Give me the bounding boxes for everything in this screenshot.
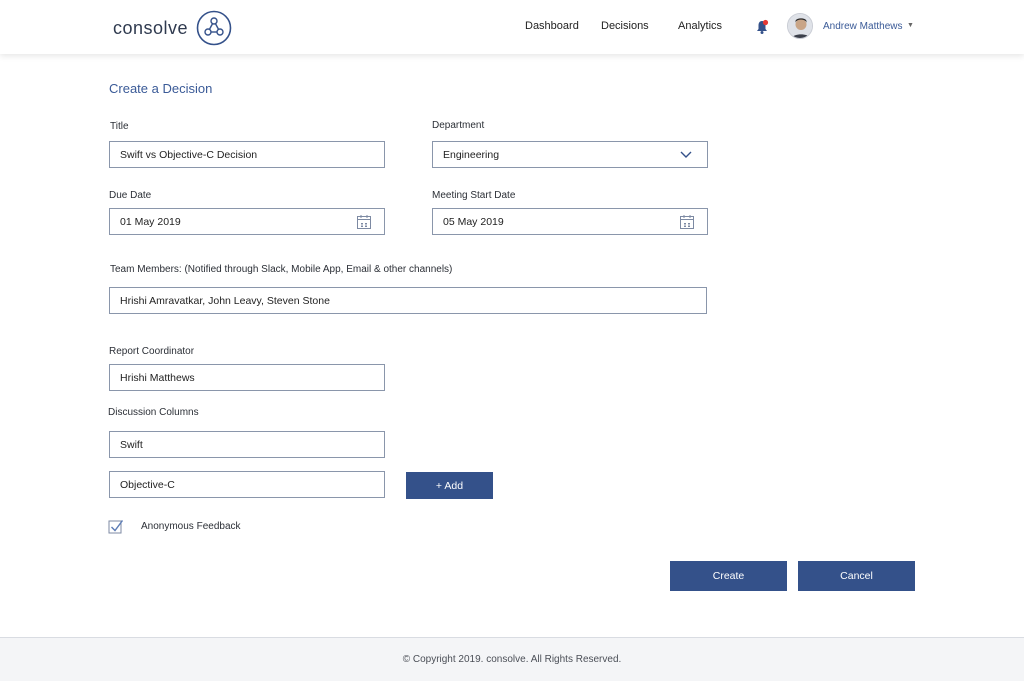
- notification-bell-icon[interactable]: [755, 19, 769, 35]
- create-button[interactable]: Create: [670, 561, 787, 591]
- report-coordinator-input[interactable]: Hrishi Matthews: [109, 364, 385, 391]
- logo-mark-icon: [196, 10, 232, 46]
- calendar-icon[interactable]: [679, 214, 695, 230]
- user-name[interactable]: Andrew Matthews: [823, 21, 902, 32]
- anonymous-feedback-checkbox[interactable]: [108, 518, 124, 534]
- due-date-value: 01 May 2019: [120, 215, 181, 228]
- anonymous-feedback-label[interactable]: Anonymous Feedback: [141, 521, 241, 532]
- title-value: Swift vs Objective-C Decision: [120, 148, 258, 161]
- cancel-button[interactable]: Cancel: [798, 561, 915, 591]
- title-input[interactable]: Swift vs Objective-C Decision: [109, 141, 385, 168]
- nav-decisions[interactable]: Decisions: [601, 20, 649, 32]
- logo[interactable]: consolve: [113, 10, 232, 46]
- team-members-value: Hrishi Amravatkar, John Leavy, Steven St…: [120, 294, 330, 307]
- avatar-portrait-icon: [788, 14, 812, 38]
- nav-dashboard[interactable]: Dashboard: [525, 20, 579, 32]
- brand-name: consolve: [113, 17, 189, 38]
- team-members-label: Team Members: (Notified through Slack, M…: [110, 264, 453, 275]
- chevron-down-icon: [680, 151, 692, 158]
- team-members-input[interactable]: Hrishi Amravatkar, John Leavy, Steven St…: [109, 287, 707, 314]
- top-header: consolve Dashboard Decisions Analytics A…: [0, 0, 1024, 54]
- department-label: Department: [432, 120, 485, 131]
- department-select[interactable]: Engineering: [432, 141, 708, 168]
- discussion-column-value: Objective-C: [120, 478, 175, 491]
- user-avatar[interactable]: [787, 13, 813, 39]
- discussion-column-input[interactable]: Objective-C: [109, 471, 385, 498]
- meeting-start-label: Meeting Start Date: [432, 190, 516, 201]
- meeting-start-input[interactable]: 05 May 2019: [432, 208, 708, 235]
- calendar-icon[interactable]: [356, 214, 372, 230]
- nav-analytics[interactable]: Analytics: [678, 20, 722, 32]
- user-menu-caret-icon[interactable]: ▼: [907, 22, 914, 29]
- meeting-start-value: 05 May 2019: [443, 215, 504, 228]
- discussion-columns-label: Discussion Columns: [108, 407, 199, 418]
- department-value: Engineering: [443, 148, 500, 161]
- due-date-label: Due Date: [109, 190, 152, 201]
- copyright-text: © Copyright 2019. consolve. All Rights R…: [402, 654, 622, 665]
- title-label: Title: [110, 121, 129, 132]
- add-column-button[interactable]: + Add: [406, 472, 493, 499]
- discussion-column-value: Swift: [120, 438, 143, 451]
- footer: © Copyright 2019. consolve. All Rights R…: [0, 637, 1024, 681]
- report-coordinator-label: Report Coordinator: [109, 346, 195, 357]
- due-date-input[interactable]: 01 May 2019: [109, 208, 385, 235]
- report-coordinator-value: Hrishi Matthews: [120, 371, 195, 384]
- discussion-column-input[interactable]: Swift: [109, 431, 385, 458]
- page-title: Create a Decision: [109, 81, 213, 96]
